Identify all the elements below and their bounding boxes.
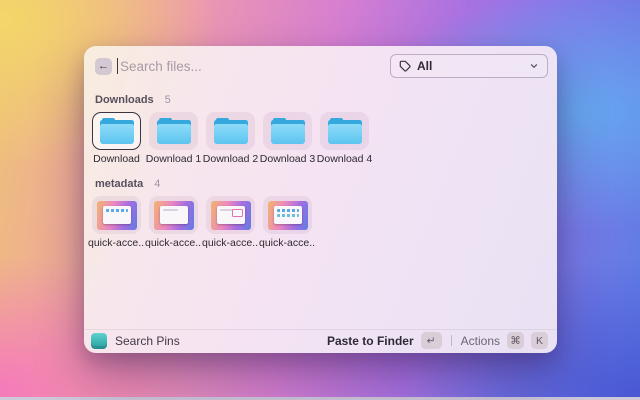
footer-divider (450, 335, 452, 346)
tile-label: Download 4 (316, 153, 373, 165)
section-title: metadata (95, 178, 144, 190)
tile-selected (92, 112, 141, 150)
section-header-downloads: Downloads 5 (88, 86, 553, 112)
primary-action-label[interactable]: Paste to Finder (327, 334, 414, 348)
filter-selected-value: All (417, 59, 433, 73)
file-tile-quick-access-2[interactable]: quick-acce... (145, 196, 202, 249)
tile-label: Download 3 (259, 153, 316, 165)
screenshot-thumbnail-icon (153, 200, 194, 230)
back-arrow-icon: ← (98, 59, 109, 72)
search-input[interactable] (115, 58, 390, 74)
return-key-badge[interactable]: ↵ (420, 332, 442, 349)
k-key-badge[interactable]: K (531, 332, 548, 349)
file-tile-download-4[interactable]: Download 4 (316, 112, 373, 165)
footer-bar: Search Pins Paste to Finder ↵ Actions ⌘ … (84, 329, 557, 353)
search-field-wrap (115, 54, 390, 78)
file-tile-download[interactable]: Download (88, 112, 145, 165)
tile-label: Download 2 (202, 153, 259, 165)
tile-label: quick-acce... (145, 237, 202, 249)
folder-icon (270, 118, 305, 144)
metadata-tile-row: quick-acce... quick-acce... quick-acce..… (88, 196, 553, 249)
header: ← All (84, 46, 557, 86)
screenshot-thumbnail-icon (267, 200, 308, 230)
tile-label: quick-acce... (259, 237, 316, 249)
back-button[interactable]: ← (95, 57, 112, 75)
screenshot-thumbnail-icon (96, 200, 137, 230)
screenshot-thumbnail-icon (210, 200, 251, 230)
section-header-metadata: metadata 4 (88, 165, 553, 196)
app-name: Search Pins (115, 333, 180, 348)
file-tile-quick-access-4[interactable]: quick-acce... (259, 196, 316, 249)
section-count: 4 (154, 178, 161, 190)
file-tile-download-1[interactable]: Download 1 (145, 112, 202, 165)
folder-icon (213, 118, 248, 144)
command-key-badge[interactable]: ⌘ (507, 332, 524, 349)
file-tile-quick-access-1[interactable]: quick-acce... (88, 196, 145, 249)
footer-actions: Paste to Finder ↵ Actions ⌘ K (327, 332, 548, 349)
tile-label: Download 1 (145, 153, 202, 165)
downloads-tile-row: Download Download 1 Download 2 Download … (88, 112, 553, 165)
actions-menu-label[interactable]: Actions (461, 334, 500, 348)
folder-icon (327, 118, 362, 144)
tile-label: Download (93, 153, 140, 165)
tag-icon (399, 60, 411, 72)
file-tile-download-3[interactable]: Download 3 (259, 112, 316, 165)
results-area: Downloads 5 Download Download 1 Download… (84, 86, 557, 249)
folder-icon (99, 118, 134, 144)
file-tile-quick-access-3[interactable]: quick-acce... (202, 196, 259, 249)
tile-label: quick-acce... (202, 237, 259, 249)
folder-icon (156, 118, 191, 144)
section-title: Downloads (95, 94, 154, 106)
tile-label: quick-acce... (88, 237, 145, 249)
search-pins-window: ← All Downloads 5 (84, 46, 557, 353)
text-caret (117, 58, 118, 74)
file-tile-download-2[interactable]: Download 2 (202, 112, 259, 165)
section-count: 5 (164, 94, 171, 106)
filter-dropdown[interactable]: All (390, 54, 548, 78)
chevron-down-icon (529, 61, 539, 71)
search-pins-app-icon (91, 332, 107, 349)
